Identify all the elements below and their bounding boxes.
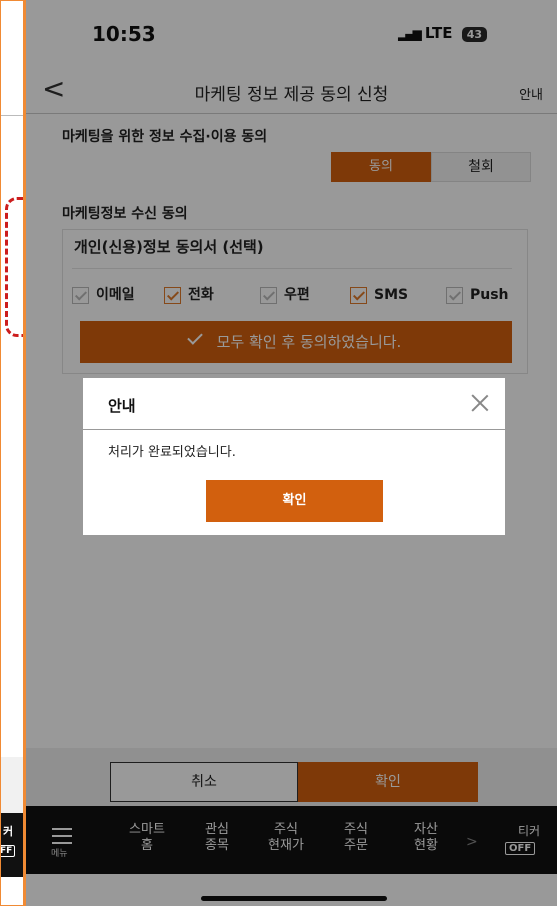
close-icon[interactable] bbox=[471, 394, 489, 412]
ticker-label: 커 bbox=[3, 825, 14, 838]
bottom-area bbox=[1, 757, 23, 813]
dialog-message: 처리가 완료되었습니다. bbox=[108, 445, 236, 460]
dialog-divider bbox=[83, 429, 505, 430]
dialog-confirm-button[interactable]: 확인 bbox=[206, 480, 383, 522]
ticker-off-badge[interactable]: FF bbox=[1, 845, 16, 857]
left-partial-panel: 커 FF bbox=[0, 0, 24, 906]
highlight-dashed-frame bbox=[5, 197, 23, 337]
phone-screen: 10:53 ▂▄▆ LTE 43 < 마케팅 정보 제공 동의 신청 안내 마케… bbox=[24, 0, 557, 906]
divider bbox=[1, 115, 23, 116]
dialog-title: 안내 bbox=[108, 397, 136, 415]
